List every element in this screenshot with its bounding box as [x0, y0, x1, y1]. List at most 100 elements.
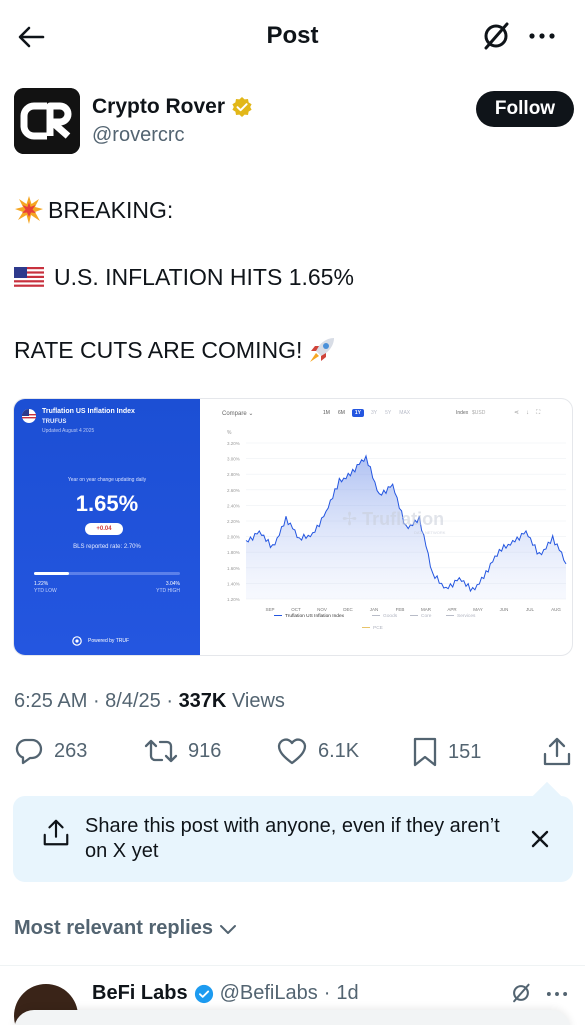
truflation-chart-panel: Compare ⌄ 1M 6M 1Y 3Y 5Y MAX Index $USD ⋖↓⛶ %… [204, 399, 572, 655]
x-tick-label: OCT [291, 607, 301, 612]
reply-separator: · [323, 982, 331, 1004]
rate-cuts-text: RATE CUTS ARE COMING! [14, 336, 303, 363]
ytd-low-value: 1.22% [34, 581, 49, 587]
post-author: Crypto Rover @rovercrc Follow [14, 88, 574, 156]
reply-author-handle: @BefiLabs [219, 982, 318, 1004]
share-icon[interactable] [542, 736, 572, 768]
chevron-down-icon [219, 924, 236, 934]
card-change-badge: +0.04 [85, 523, 123, 535]
watermark-sub: DATA NETWORK [414, 530, 446, 535]
legend-item: Truflation US Inflation Index [285, 613, 345, 619]
post-date: 8/4/25 [105, 690, 161, 712]
us-flag-emoji-icon [14, 266, 44, 289]
card-change-text: +0.04 [96, 526, 112, 532]
x-tick-label: JAN [370, 607, 379, 612]
reply-composer[interactable] [14, 1010, 571, 1025]
x-tick-label: JUN [500, 607, 509, 612]
truf-logo-icon [72, 636, 82, 646]
x-tick-label: SEP [265, 607, 274, 612]
y-tick-label: 1.60% [227, 566, 240, 571]
avatar[interactable] [14, 88, 80, 154]
x-tick-label: APR [447, 607, 457, 612]
like-button[interactable]: 6.1K [276, 736, 359, 766]
y-tick-label: 1.40% [227, 581, 240, 586]
ytd-high-value: 3.04% [165, 581, 180, 587]
author-handle[interactable]: @rovercrc [92, 124, 185, 147]
legend-item: Services [457, 613, 476, 619]
y-tick-label: 2.00% [227, 535, 240, 540]
x-tick-label: DEC [343, 607, 353, 612]
views-label: Views [231, 690, 285, 712]
replies-sort-dropdown[interactable]: Most relevant replies [14, 917, 237, 940]
top-bar: Post [0, 0, 585, 72]
more-options-icon[interactable] [526, 22, 558, 50]
chart-watermark: ✢ Truflation [342, 509, 445, 529]
verified-badge-icon [232, 97, 252, 117]
ytd-range-fill [34, 572, 70, 575]
legend-item: Core [421, 613, 432, 619]
follow-button[interactable]: Follow [476, 91, 574, 127]
verified-badge-icon [194, 984, 213, 1003]
post-text-line-2: U.S. INFLATION HITS 1.65% [14, 264, 354, 291]
ytd-low-label: YTD LOW [34, 588, 57, 594]
card-bls-rate: BLS reported rate: 2.70% [73, 544, 141, 550]
replies-sort-label: Most relevant replies [14, 917, 213, 939]
author-name-row: Crypto Rover [92, 95, 253, 119]
x-tick-label: FEB [396, 607, 405, 612]
close-icon[interactable] [529, 828, 551, 850]
x-tick-label: AUG [551, 607, 561, 612]
reply-author-name[interactable]: BeFi Labs [92, 982, 188, 1005]
post-media-image[interactable]: Truflation US Inflation Index TRUFUS Upd… [13, 398, 573, 656]
bookmark-icon [413, 737, 437, 767]
card-ticker: TRUFUS [42, 419, 67, 425]
repost-icon [144, 739, 178, 763]
card-caption: Year on year change updating daily [67, 477, 147, 483]
bookmark-button[interactable]: 151 [412, 736, 481, 768]
reply-age: 1d [336, 982, 359, 1004]
card-inflation-value: 1.65% [75, 491, 139, 516]
repost-count: 916 [188, 739, 222, 762]
y-tick-label: 1.80% [227, 550, 240, 555]
x-tick-label: MAR [421, 607, 432, 612]
y-tick-label: 3.20% [227, 441, 240, 446]
reply-count: 263 [54, 739, 88, 762]
powered-by: Powered by TRUF [88, 638, 130, 644]
grok-icon[interactable] [510, 982, 532, 1004]
y-tick-label: 1.20% [227, 597, 240, 602]
x-tick-label: NOV [317, 607, 327, 612]
reply-author-row: BeFi Labs @BefiLabs · 1d [92, 982, 359, 1005]
y-tick-label: 2.20% [227, 519, 240, 524]
watermark-text: Truflation [362, 509, 445, 529]
grok-icon[interactable] [480, 20, 512, 52]
ytd-range-bar [34, 572, 180, 575]
card-updated: Updated August 4 2025 [42, 428, 95, 434]
crypto-rover-logo-icon [14, 88, 80, 154]
x-tick-label: MAY [473, 607, 482, 612]
x-tick-label: JUL [526, 607, 534, 612]
bookmark-count: 151 [448, 740, 482, 763]
y-tick-label: 2.40% [227, 503, 240, 508]
heart-icon [277, 738, 307, 765]
more-options-icon[interactable] [544, 984, 570, 1004]
post-text-line-3: RATE CUTS ARE COMING! [14, 334, 338, 366]
y-tick-label: 3.00% [227, 457, 240, 462]
post-meta: 6:25 AM · 8/4/25 · 337K Views [14, 690, 285, 712]
y-tick-label: 2.80% [227, 472, 240, 477]
post-actions: 263 916 6.1K 151 [14, 736, 574, 770]
inflation-text: U.S. INFLATION HITS 1.65% [54, 264, 354, 290]
legend-item: Goods [383, 613, 398, 619]
author-name[interactable]: Crypto Rover [92, 95, 225, 119]
truflation-summary-card: Truflation US Inflation Index TRUFUS Upd… [14, 399, 200, 655]
repost-button[interactable]: 916 [144, 736, 221, 766]
breaking-text: BREAKING: [48, 196, 174, 223]
collision-emoji-icon [15, 196, 43, 224]
views-count: 337K [178, 690, 227, 712]
us-flag-icon [22, 409, 36, 423]
share-prompt-icon [43, 819, 69, 846]
y-axis-label: % [227, 430, 232, 436]
like-count: 6.1K [318, 739, 360, 762]
reply-button[interactable]: 263 [14, 736, 87, 766]
y-tick-label: 2.60% [227, 488, 240, 493]
share-prompt-pointer [532, 781, 562, 811]
rocket-emoji-icon [310, 338, 335, 362]
